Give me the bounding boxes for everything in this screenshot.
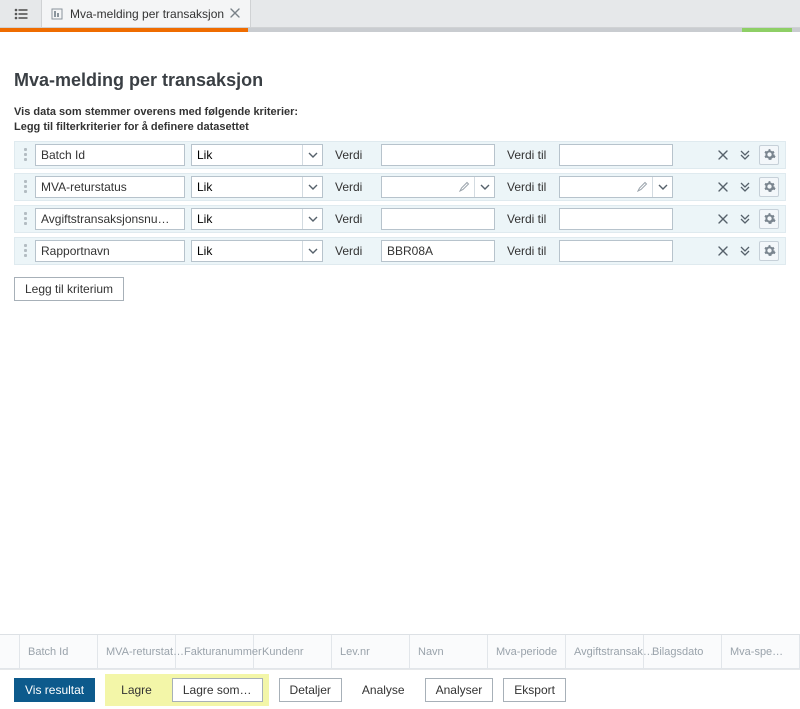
filter-row: Verdi Verdi til [14,237,786,265]
save-group-highlight: Lagre Lagre som… [105,674,268,706]
menu-list-icon [14,8,28,20]
edit-icon[interactable] [454,177,474,197]
filter-field-input[interactable] [35,208,185,230]
value-label: Verdi [329,180,375,194]
drag-handle-icon[interactable] [19,212,29,225]
edit-icon[interactable] [632,177,652,197]
filter-value-input[interactable] [382,177,454,197]
grid-column-header[interactable]: Lev.nr [332,635,410,668]
filter-value-input[interactable] [381,144,495,166]
show-results-button[interactable]: Vis resultat [14,678,95,702]
chevron-down-icon[interactable] [302,209,322,229]
clear-icon[interactable] [715,147,731,163]
gear-icon[interactable] [759,209,779,229]
chevron-down-icon[interactable] [652,177,672,197]
grid-select-all[interactable] [0,635,20,668]
page-subtitle: Vis data som stemmer overens med følgend… [14,105,786,135]
grid-column-header[interactable]: Mva-spe… [722,635,800,668]
filter-value-to-input[interactable] [559,208,673,230]
filter-row: Verdi Verdi til [14,205,786,233]
value-to-label: Verdi til [501,148,553,162]
value-label: Verdi [329,148,375,162]
grid-column-header[interactable]: Kundenr [254,635,332,668]
clear-icon[interactable] [715,243,731,259]
tab-bar: Mva-melding per transaksjon [0,0,800,28]
tab-active[interactable]: Mva-melding per transaksjon [42,0,251,27]
grid-header: Batch IdMVA-returstat…FakturanummerKunde… [0,635,800,669]
report-icon [50,7,64,21]
filter-row: Verdi Verdi til [14,173,786,201]
grid-column-header[interactable]: Avgiftstransak… [566,635,644,668]
filter-operator-value[interactable] [192,177,302,197]
gear-icon[interactable] [759,241,779,261]
filter-value-to-combo[interactable] [559,176,673,198]
gear-icon[interactable] [759,145,779,165]
filter-operator-value[interactable] [192,209,302,229]
filter-operator-select[interactable] [191,144,323,166]
filter-value-to-input[interactable] [559,240,673,262]
value-label: Verdi [329,244,375,258]
add-criterion-button[interactable]: Legg til kriterium [14,277,124,301]
filter-value-input[interactable] [381,240,495,262]
results-grid: Batch IdMVA-returstat…FakturanummerKunde… [0,634,800,669]
expand-down-icon[interactable] [737,243,753,259]
save-as-button[interactable]: Lagre som… [172,678,263,702]
clear-icon[interactable] [715,211,731,227]
analyser-button[interactable]: Analyser [425,678,494,702]
filter-operator-select[interactable] [191,208,323,230]
filter-field-input[interactable] [35,240,185,262]
value-to-label: Verdi til [501,180,553,194]
chevron-down-icon[interactable] [302,177,322,197]
grid-column-header[interactable]: Batch Id [20,635,98,668]
drag-handle-icon[interactable] [19,148,29,161]
value-label: Verdi [329,212,375,226]
filter-field-input[interactable] [35,144,185,166]
chevron-down-icon[interactable] [474,177,494,197]
filter-field-input[interactable] [35,176,185,198]
action-bar: Vis resultat Lagre Lagre som… Detaljer A… [0,669,800,709]
save-button[interactable]: Lagre [111,678,162,702]
close-icon[interactable] [230,8,242,20]
drag-handle-icon[interactable] [19,244,29,257]
chevron-down-icon[interactable] [302,241,322,261]
export-button[interactable]: Eksport [503,678,566,702]
filter-value-to-input[interactable] [559,144,673,166]
drag-handle-icon[interactable] [19,180,29,193]
filter-rows: Verdi Verdi til Verdi Verdi til [14,141,786,265]
grid-column-header[interactable]: Mva-periode [488,635,566,668]
grid-column-header[interactable]: Navn [410,635,488,668]
filter-value-combo[interactable] [381,176,495,198]
tab-label: Mva-melding per transaksjon [70,7,224,21]
expand-down-icon[interactable] [737,211,753,227]
grid-column-header[interactable]: Bilagsdato [644,635,722,668]
filter-value-input[interactable] [381,208,495,230]
value-to-label: Verdi til [501,244,553,258]
filter-value-to-input[interactable] [560,177,632,197]
details-button[interactable]: Detaljer [279,678,342,702]
grid-column-header[interactable]: Fakturanummer [176,635,254,668]
filter-operator-value[interactable] [192,241,302,261]
filter-operator-value[interactable] [192,145,302,165]
analyze-button[interactable]: Analyse [352,678,415,702]
filter-operator-select[interactable] [191,176,323,198]
grid-column-header[interactable]: MVA-returstat… [98,635,176,668]
filter-row: Verdi Verdi til [14,141,786,169]
gear-icon[interactable] [759,177,779,197]
page-title: Mva-melding per transaksjon [14,70,786,91]
chevron-down-icon[interactable] [302,145,322,165]
expand-down-icon[interactable] [737,179,753,195]
home-tab[interactable] [0,0,42,27]
expand-down-icon[interactable] [737,147,753,163]
filter-operator-select[interactable] [191,240,323,262]
value-to-label: Verdi til [501,212,553,226]
accent-bar [0,28,800,32]
clear-icon[interactable] [715,179,731,195]
